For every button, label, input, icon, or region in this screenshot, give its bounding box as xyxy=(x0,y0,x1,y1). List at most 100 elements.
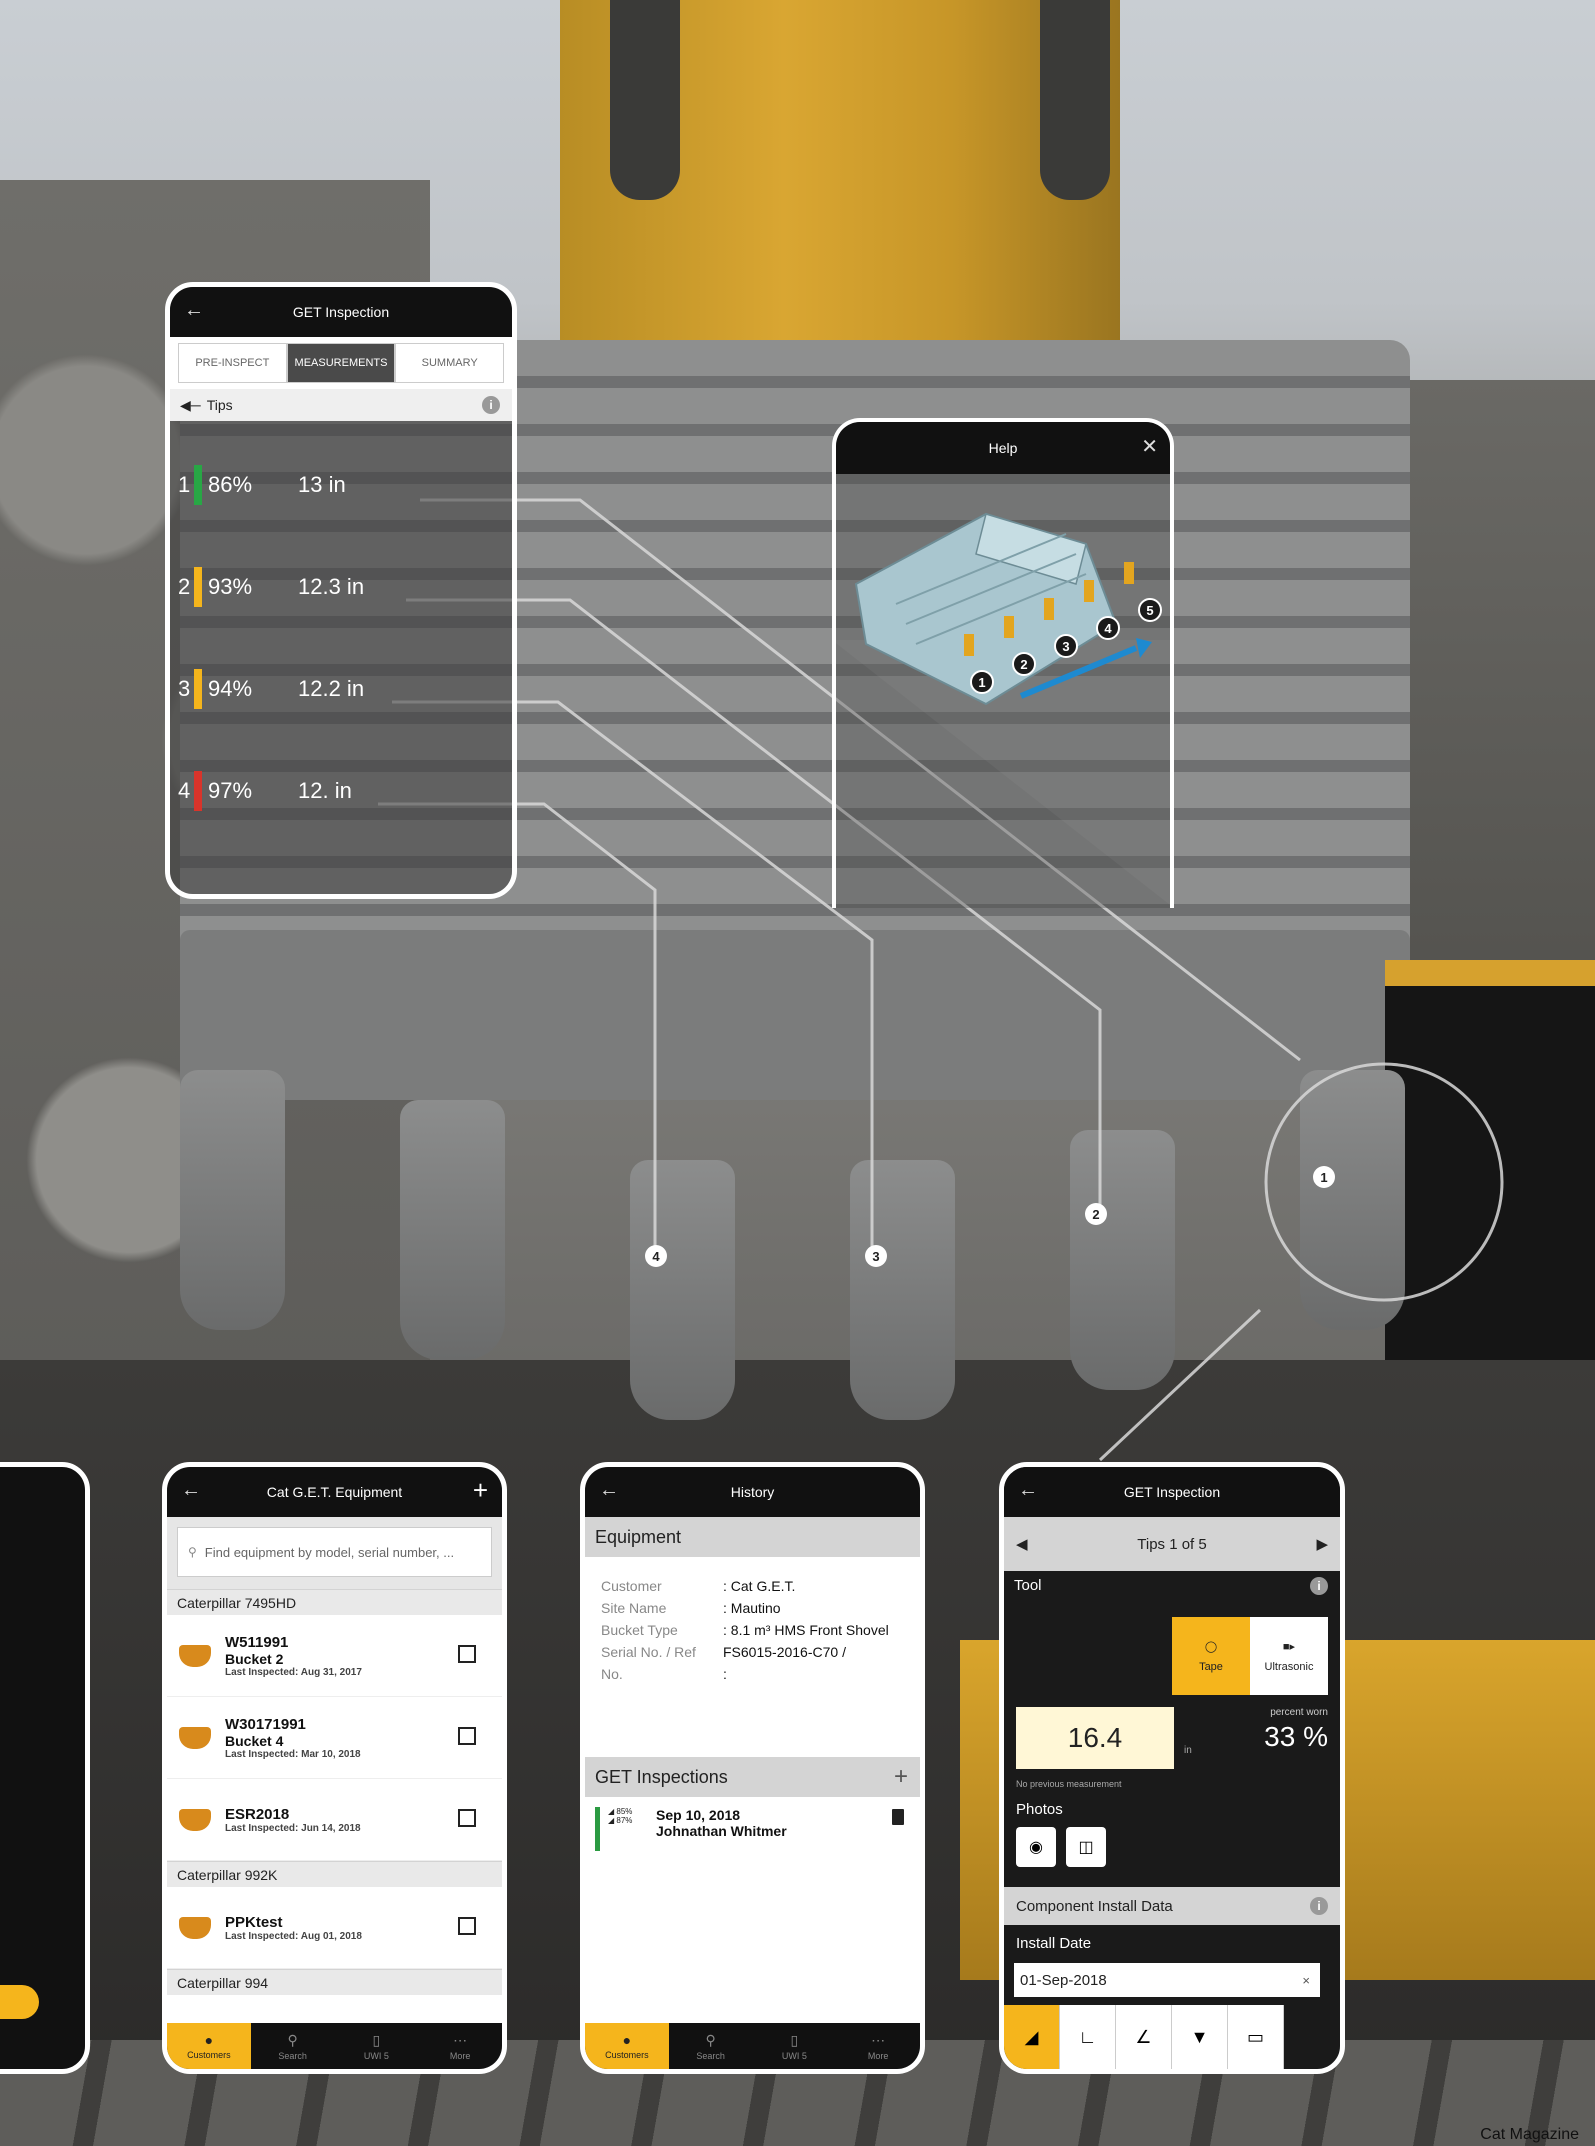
nav-more[interactable]: ⋯ More xyxy=(418,2023,502,2069)
tool-row: Tool i xyxy=(1004,1571,1340,1601)
tip-icons: ◢ 85% ◢ 87% xyxy=(608,1807,648,1851)
measurement-input[interactable]: 16.4 xyxy=(1016,1707,1174,1769)
detail-value: FS6015-2016-C70 / xyxy=(723,1644,846,1660)
camera-icon[interactable]: ◉ xyxy=(1016,1827,1056,1867)
screen-title: GET Inspection xyxy=(1123,1484,1221,1500)
edit-icon[interactable] xyxy=(458,1645,476,1663)
wear-plate-type-icon[interactable]: ▭ xyxy=(1228,2005,1284,2069)
customers-icon: ● xyxy=(622,2032,632,2048)
device-icon: ▯ xyxy=(372,2031,381,2048)
tip-percent-value: 87% xyxy=(616,1816,633,1825)
adapter-type-icon[interactable]: ∟ xyxy=(1060,2005,1116,2069)
customers-icon: ● xyxy=(204,2032,214,2048)
install-date-field[interactable]: 01-Sep-2018 × xyxy=(1014,1963,1320,1997)
measurement-row[interactable]: 2 93% 12.3 in xyxy=(178,567,364,607)
detail-value: : Cat G.E.T. xyxy=(723,1578,796,1594)
measurement-row[interactable]: 1 86% 13 in xyxy=(178,465,346,505)
app-header: ← GET Inspection xyxy=(170,287,512,337)
diagram-marker-3: 3 xyxy=(1054,634,1078,658)
phone-equipment-screen: ← Cat G.E.T. Equipment + ⚲ Find equipmen… xyxy=(162,1462,507,2074)
help-header: Help ✕ xyxy=(836,422,1170,474)
trash-icon[interactable] xyxy=(892,1809,904,1825)
back-arrow-icon[interactable]: ← xyxy=(1018,1479,1038,1502)
nav-label: More xyxy=(449,2050,471,2061)
back-arrow-icon[interactable]: ← xyxy=(184,299,204,322)
equipment-item[interactable]: W30171991 Bucket 4 Last Inspected: Mar 1… xyxy=(167,1697,502,1779)
back-arrow-icon[interactable]: ← xyxy=(181,1479,201,1502)
wear-percent: 86% xyxy=(208,472,253,497)
tip-percent-value: 85% xyxy=(616,1807,633,1816)
measurement-row[interactable]: 3 94% 12.2 in xyxy=(178,669,364,709)
nav-search[interactable]: ⚲ Search xyxy=(669,2023,753,2069)
percent-worn-value: 33 % xyxy=(1264,1721,1328,1752)
tab-summary[interactable]: SUMMARY xyxy=(395,343,505,383)
tip-number: 4 xyxy=(178,778,191,803)
add-icon[interactable]: + xyxy=(894,1763,908,1791)
equipment-item[interactable]: ESR2018 Last Inspected: Jun 14, 2018 xyxy=(167,1779,502,1861)
tip-type-icon[interactable]: ◢ xyxy=(1004,2005,1060,2069)
equipment-item[interactable]: W511991 Bucket 2 Last Inspected: Aug 31,… xyxy=(167,1615,502,1697)
bucket-icon xyxy=(179,1916,211,1939)
nav-label: Customers xyxy=(187,2050,231,2060)
edit-icon[interactable] xyxy=(458,1809,476,1827)
tape-option[interactable]: ◯ Tape xyxy=(1172,1617,1250,1695)
last-inspected: Last Inspected: Jun 14, 2018 xyxy=(225,1822,361,1834)
info-icon[interactable]: i xyxy=(1310,1577,1328,1595)
equipment-name: Bucket 4 xyxy=(225,1732,284,1749)
tooth-marker-4: 4 xyxy=(645,1245,667,1267)
phone-partial-screen xyxy=(0,1462,90,2074)
diagram-marker-4: 4 xyxy=(1096,616,1120,640)
equipment-id: W30171991 xyxy=(225,1715,306,1733)
tooth-marker-2: 2 xyxy=(1085,1203,1107,1225)
search-input[interactable]: ⚲ Find equipment by model, serial number… xyxy=(177,1527,492,1577)
detail-row: No.: xyxy=(585,1663,920,1685)
close-icon[interactable]: ✕ xyxy=(1141,434,1158,459)
nav-label: Search xyxy=(278,2050,307,2061)
ultrasonic-option[interactable]: ■▸ Ultrasonic xyxy=(1250,1617,1328,1695)
screen-title: Cat G.E.T. Equipment xyxy=(266,1484,403,1500)
equipment-header: Equipment xyxy=(585,1517,920,1557)
clear-icon[interactable]: × xyxy=(1302,1973,1310,1988)
back-arrow-icon[interactable]: ← xyxy=(599,1479,619,1502)
option-label: Tape xyxy=(1199,1660,1223,1673)
yellow-action-button[interactable] xyxy=(0,1985,39,2019)
prev-tip-icon[interactable]: ◀ xyxy=(1016,1535,1028,1553)
nav-uwi[interactable]: ▯ UWI 5 xyxy=(753,2023,837,2069)
last-inspected: Last Inspected: Aug 01, 2018 xyxy=(225,1930,362,1942)
nav-more[interactable]: ⋯ More xyxy=(836,2023,920,2069)
tab-measurements[interactable]: MEASUREMENTS xyxy=(286,343,396,383)
nav-customers[interactable]: ● Customers xyxy=(585,2023,669,2069)
detail-key: Serial No. / Ref xyxy=(601,1644,696,1660)
wear-percent: 93% xyxy=(208,574,253,599)
inspection-item[interactable]: ◢ 85% ◢ 87% Sep 10, 2018 Johnathan Whitm… xyxy=(585,1797,920,1861)
last-inspected: Last Inspected: Mar 10, 2018 xyxy=(225,1748,361,1760)
component-install-title: Component Install Data xyxy=(1016,1897,1173,1915)
tool-label: Tool xyxy=(1014,1577,1042,1594)
equipment-id: W511991 xyxy=(225,1633,289,1651)
wear-status-bar xyxy=(194,771,202,811)
info-icon[interactable]: i xyxy=(482,396,500,414)
equipment-details: Customer: Cat G.E.T. Site Name: Mautino … xyxy=(585,1557,920,1757)
measurement-row[interactable]: 4 97% 12. in xyxy=(178,771,352,811)
last-inspected: Last Inspected: Aug 31, 2017 xyxy=(225,1666,362,1678)
tab-pre-inspect[interactable]: PRE-INSPECT xyxy=(178,343,287,383)
edit-icon[interactable] xyxy=(458,1727,476,1745)
edit-icon[interactable] xyxy=(458,1917,476,1935)
nav-uwi[interactable]: ▯ UWI 5 xyxy=(335,2023,419,2069)
detail-row: Site Name: Mautino xyxy=(585,1597,920,1619)
lip-type-icon[interactable]: ▼ xyxy=(1172,2005,1228,2069)
next-tip-icon[interactable]: ▶ xyxy=(1316,1535,1328,1553)
add-icon[interactable]: + xyxy=(473,1475,488,1506)
bucket-icon xyxy=(179,1644,211,1667)
inspection-date: Sep 10, 2018 xyxy=(656,1807,741,1823)
tip-percent: ◢ 87% xyxy=(608,1816,633,1825)
inspections-header: GET Inspections + xyxy=(585,1757,920,1797)
nav-search[interactable]: ⚲ Search xyxy=(251,2023,335,2069)
nav-customers[interactable]: ● Customers xyxy=(167,2023,251,2069)
attachment-icon[interactable]: ◫ xyxy=(1066,1827,1106,1867)
info-icon[interactable]: i xyxy=(1310,1897,1328,1915)
equipment-item[interactable]: PPKtest Last Inspected: Aug 01, 2018 xyxy=(167,1887,502,1969)
equipment-id: PPKtest xyxy=(225,1913,283,1931)
detail-key: Site Name xyxy=(601,1600,667,1616)
shroud-type-icon[interactable]: ∠ xyxy=(1116,2005,1172,2069)
